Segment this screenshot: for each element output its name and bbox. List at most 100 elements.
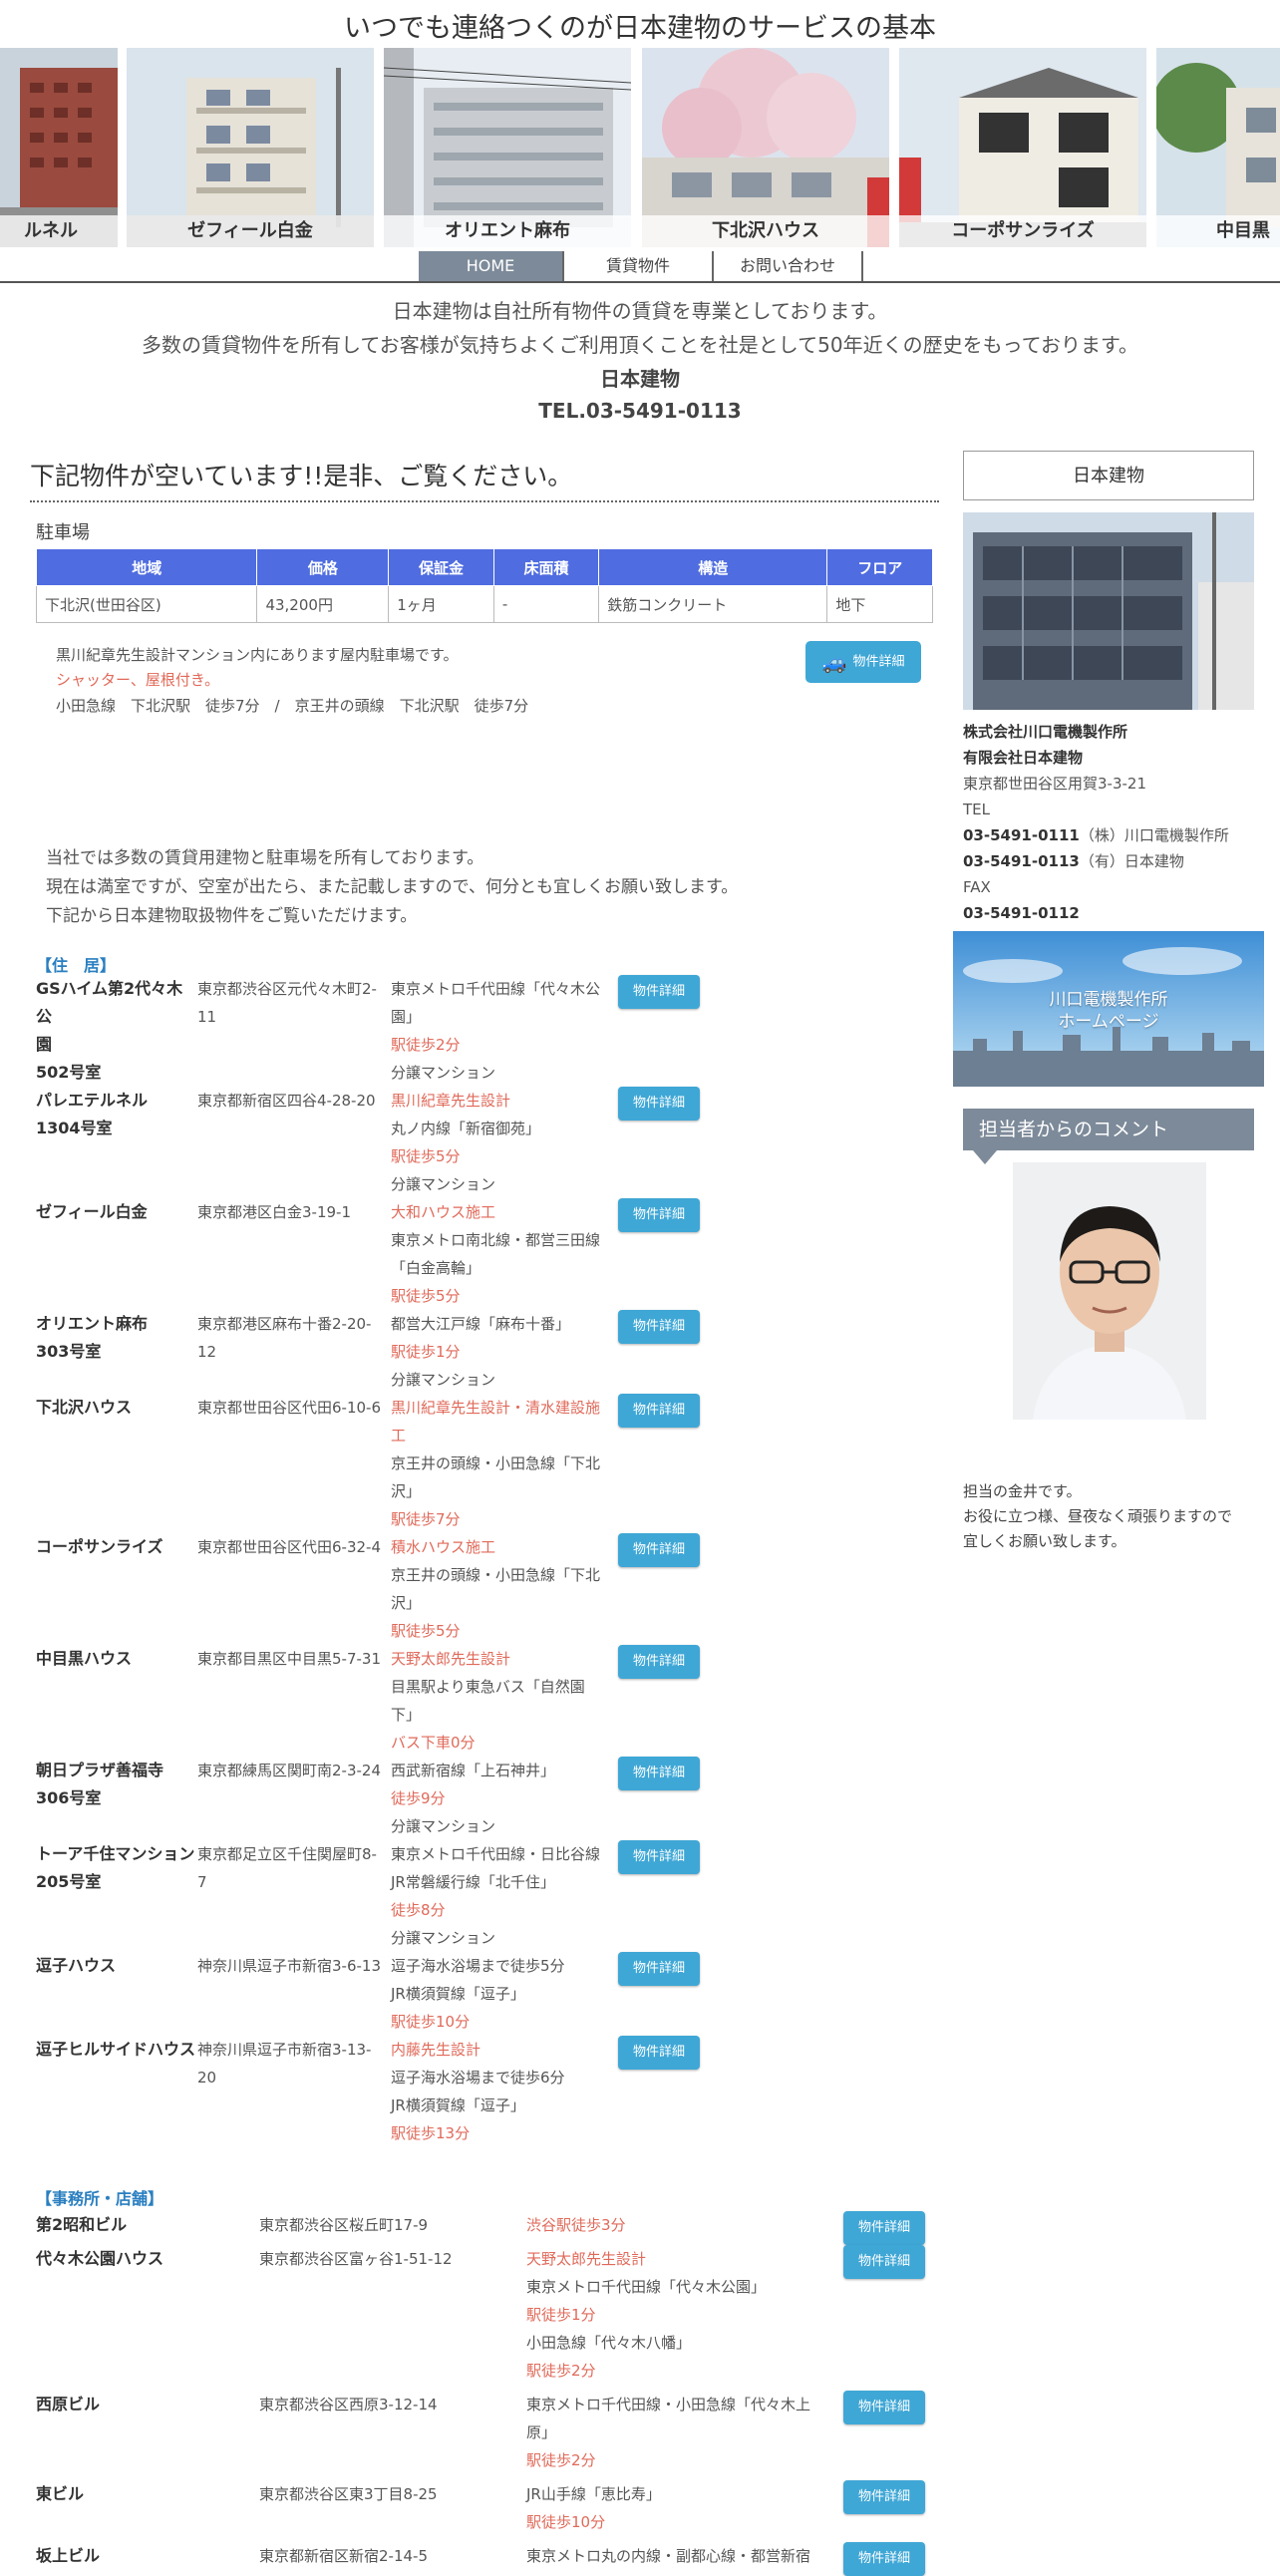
property-access-line: 沢」	[391, 1482, 422, 1500]
office-section-label: 【事務所・店舗】	[36, 2189, 164, 2208]
property-access: 内藤先生設計逗子海水浴場まで徒歩6分 JR横須賀線「逗子」 駅徒歩13分	[391, 2036, 618, 2147]
property-detail-button[interactable]: 物件詳細	[618, 1394, 700, 1428]
carousel-slide[interactable]: 中目黒	[1156, 48, 1280, 247]
office-detail-button[interactable]: 物件詳細	[843, 2480, 925, 2514]
property-access-line: 駅徒歩5分	[391, 1287, 461, 1305]
property-access-line: JR横須賀線「逗子」	[391, 2096, 525, 2114]
office-detail-button[interactable]: 物件詳細	[843, 2245, 925, 2279]
property-address: 東京都練馬区関町南2-3-24	[197, 1757, 391, 1784]
col-header-floor: フロア	[826, 548, 933, 586]
company-building-photo	[963, 512, 1254, 710]
list-item: GSハイム第2代々木公園 502号室 東京都渋谷区元代々木町2- 11 東京メトロ千代田…	[0, 975, 937, 1087]
property-detail-button[interactable]: 物件詳細	[618, 1952, 700, 1986]
property-detail-button[interactable]: 物件詳細	[618, 1757, 700, 1790]
carousel-slide[interactable]: ゼフィール白金	[127, 48, 374, 247]
property-address: 神奈川県逗子市新宿3-6-13	[197, 1952, 391, 1980]
list-item: 下北沢ハウス 東京都世田谷区代田6-10-6 黒川紀章先生設計・清水建設施工京王井の…	[0, 1394, 937, 1533]
office-name: 坂上ビル	[36, 2546, 101, 2565]
parking-detail-button[interactable]: 🚙 物件詳細	[805, 641, 921, 683]
sidebar-fax-number: 03-5491-0112	[963, 904, 1080, 922]
property-name: 中目黒ハウス	[36, 1645, 197, 1673]
tel-2-number[interactable]: 03-5491-0113	[963, 852, 1080, 870]
property-access-line: 黒川紀章先生設計	[391, 1092, 511, 1110]
property-detail-button[interactable]: 物件詳細	[618, 2036, 700, 2070]
property-address-line: 東京都目黒区中目黒5-7-31	[197, 1650, 381, 1668]
property-access-line: 逗子海水浴場まで徒歩6分	[391, 2069, 565, 2087]
office-access-line: 東京メトロ丸の内線・副都心線・都営新宿	[526, 2547, 811, 2565]
banner-line-1: 川口電機製作所	[1049, 990, 1168, 1010]
property-detail-button[interactable]: 物件詳細	[618, 1310, 700, 1344]
office-access-line: 天野太郎先生設計	[526, 2250, 647, 2268]
property-carousel[interactable]: ルネル ゼフィール白金 オリエント麻布 下北沢ハウス コーポサンライズ 中目黒	[0, 48, 1280, 247]
property-access-line: 黒川紀章先生設計・清水建設施	[391, 1399, 601, 1417]
intro-line-1: 日本建物は自社所有物件の賃貸を専業としております。	[392, 299, 888, 323]
property-access-line: 東京メトロ千代田線・日比谷線	[391, 1845, 601, 1863]
property-access-line: 大和ハウス施工	[391, 1203, 496, 1221]
property-access: 西武新宿線「上石神井」 徒歩9分 分譲マンション	[391, 1757, 618, 1840]
property-address: 東京都世田谷区代田6-32-4	[197, 1533, 391, 1561]
property-name-line: 逗子ハウス	[36, 1956, 117, 1975]
office-detail-button[interactable]: 物件詳細	[843, 2391, 925, 2424]
cell-structure: 鉄筋コンクリート	[598, 585, 828, 623]
property-name-line: 朝日プラザ善福寺	[36, 1761, 164, 1779]
sidebar-fax-label: FAX	[963, 878, 991, 896]
property-address-line: 神奈川県逗子市新宿3-6-13	[197, 1957, 381, 1975]
property-access-line: 駅徒歩2分	[391, 1036, 461, 1054]
property-access-line: 積水ハウス施工	[391, 1538, 496, 1556]
property-detail-button[interactable]: 物件詳細	[618, 975, 700, 1009]
cell-deposit: 1ヶ月	[388, 585, 494, 623]
property-address: 東京都新宿区四谷4-28-20	[197, 1087, 391, 1115]
office-address: 東京都渋谷区西原3-12-14	[259, 2396, 438, 2414]
nav-rental-properties[interactable]: 賃貸物件	[564, 251, 714, 281]
office-name: 西原ビル	[36, 2395, 101, 2414]
property-name-line: GSハイム第2代々木公	[36, 979, 183, 1026]
property-access-line: 分譲マンション	[391, 1929, 496, 1947]
property-detail-button[interactable]: 物件詳細	[618, 1840, 700, 1874]
office-access-line: 原」	[526, 2423, 557, 2441]
property-detail-button[interactable]: 物件詳細	[618, 1198, 700, 1232]
property-access-line: 駅徒歩13分	[391, 2124, 471, 2142]
property-access-line: 東京メトロ南北線・都営三田線	[391, 1231, 601, 1249]
property-address: 東京都足立区千住関屋町8- 7	[197, 1840, 391, 1896]
property-access: 大和ハウス施工 東京メトロ南北線・都営三田線 「白金高輪」 駅徒歩5分	[391, 1198, 618, 1310]
property-access: 積水ハウス施工 京王井の頭線・小田急線「下北 沢」 駅徒歩5分	[391, 1533, 618, 1645]
header-divider	[0, 281, 1280, 283]
cell-price: 43,200円	[256, 585, 390, 623]
property-access-line: 丸ノ内線「新宿御苑」	[391, 1120, 541, 1137]
office-access-line: 東京メトロ千代田線「代々木公園」	[526, 2278, 767, 2296]
carousel-slide[interactable]: ルネル	[0, 48, 118, 247]
nav-contact[interactable]: お問い合わせ	[714, 251, 863, 281]
property-address: 東京都世田谷区代田6-10-6	[197, 1394, 391, 1422]
office-access: 東京メトロ千代田線・小田急線「代々木上 原」 駅徒歩2分	[526, 2391, 843, 2474]
parking-label: 駐車場	[36, 522, 90, 543]
parking-table: 地域 価格 保証金 床面積 構造 フロア 下北沢(世田谷区) 43,200円 1…	[35, 548, 933, 623]
office-access-line: 小田急線「代々木八幡」	[526, 2334, 692, 2352]
tel-1-number[interactable]: 03-5491-0111	[963, 826, 1080, 844]
office-detail-button[interactable]: 物件詳細	[843, 2542, 925, 2576]
carousel-slide[interactable]: オリエント麻布	[384, 48, 631, 247]
list-item: 第2昭和ビル 東京都渋谷区桜丘町17-9 渋谷駅徒歩3分 物件詳細	[0, 2211, 937, 2245]
property-access-line: 内藤先生設計	[391, 2041, 481, 2059]
carousel-slide[interactable]: 下北沢ハウス	[642, 48, 889, 247]
slide-caption: 中目黒	[1156, 215, 1280, 247]
sidebar-address: 東京都世田谷区用賀3-3-21	[963, 775, 1146, 793]
property-name: 朝日プラザ善福寺 306号室	[36, 1757, 197, 1812]
list-item: 朝日プラザ善福寺 306号室 東京都練馬区関町南2-3-24 西武新宿線「上石神井」徒…	[0, 1757, 937, 1840]
tel-1-name: （株）川口電機製作所	[1079, 826, 1229, 844]
kawaguchi-homepage-banner[interactable]: 川口電機製作所 ホームページ	[953, 931, 1264, 1087]
intro-tel[interactable]: TEL.03-5491-0113	[0, 399, 1280, 423]
property-access-line: 沢」	[391, 1594, 422, 1612]
property-detail-button[interactable]: 物件詳細	[618, 1533, 700, 1567]
property-detail-button[interactable]: 物件詳細	[618, 1087, 700, 1121]
carousel-slide[interactable]: コーポサンライズ	[899, 48, 1146, 247]
car-icon: 🚙	[821, 650, 847, 674]
property-detail-button[interactable]: 物件詳細	[618, 1645, 700, 1679]
property-name: トーア千住マンション 205号室	[36, 1840, 197, 1896]
property-name-line: 逗子ヒルサイドハウス	[36, 2040, 196, 2059]
office-detail-button[interactable]: 物件詳細	[843, 2211, 925, 2245]
office-access: JR山手線「恵比寿」 駅徒歩10分	[526, 2480, 843, 2536]
banner-line-2: ホームページ	[1058, 1012, 1159, 1032]
parking-detail-label: 物件詳細	[852, 654, 905, 670]
nav-home[interactable]: HOME	[419, 251, 564, 281]
property-name-line: 下北沢ハウス	[36, 1398, 133, 1417]
